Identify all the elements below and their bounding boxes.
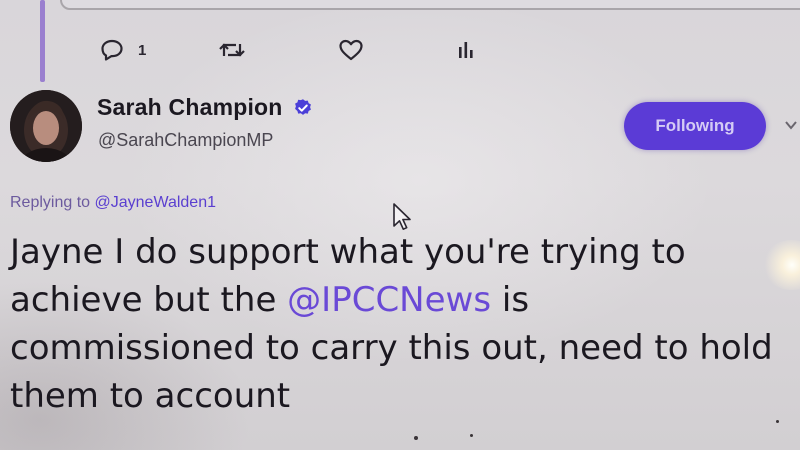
reply-count: 1 <box>138 41 147 59</box>
author-name[interactable]: Sarah Champion <box>97 94 283 121</box>
mouse-cursor-icon <box>393 203 411 230</box>
reply-icon <box>100 39 124 61</box>
chevron-down-icon[interactable] <box>784 118 798 132</box>
ipccnews-mention-link[interactable]: @IPCCNews <box>287 280 491 320</box>
replying-prefix: Replying to <box>10 194 95 211</box>
reply-input-edge[interactable] <box>60 0 800 10</box>
retweet-button[interactable] <box>218 39 246 61</box>
dust-speck <box>776 420 779 423</box>
dust-speck <box>414 436 418 440</box>
avatar[interactable] <box>10 90 82 162</box>
tweet-line-2-before: achieve but the <box>10 280 288 320</box>
tweet-line-1: Jayne I do support what you're trying to <box>10 232 686 272</box>
screen: 1 Sarah Champion @SarahChampionMP Follow… <box>0 0 800 450</box>
following-button[interactable]: Following <box>624 102 766 150</box>
replying-to: Replying to @JayneWalden1 <box>10 194 216 212</box>
tweet-line-2: achieve but the @IPCCNews is <box>10 276 800 324</box>
like-button[interactable] <box>338 39 364 61</box>
tweet-line-2-after: is <box>491 280 530 320</box>
tweet-line-3: commissioned to carry this out, need to … <box>10 328 773 368</box>
verified-badge-icon <box>294 98 311 115</box>
analytics-icon <box>456 39 476 61</box>
tweet-text: Jayne I do support what you're trying to… <box>10 228 800 420</box>
replying-mention-link[interactable]: @JayneWalden1 <box>95 194 217 211</box>
author-handle[interactable]: @SarahChampionMP <box>98 130 273 151</box>
heart-icon <box>338 39 364 61</box>
tweet-line-4: them to account <box>10 376 291 416</box>
analytics-button[interactable] <box>456 39 476 61</box>
thread-line <box>40 0 45 82</box>
reply-button[interactable]: 1 <box>100 39 146 61</box>
author-name-row[interactable]: Sarah Champion <box>97 94 313 121</box>
retweet-icon <box>218 39 246 61</box>
dust-speck <box>470 434 473 437</box>
